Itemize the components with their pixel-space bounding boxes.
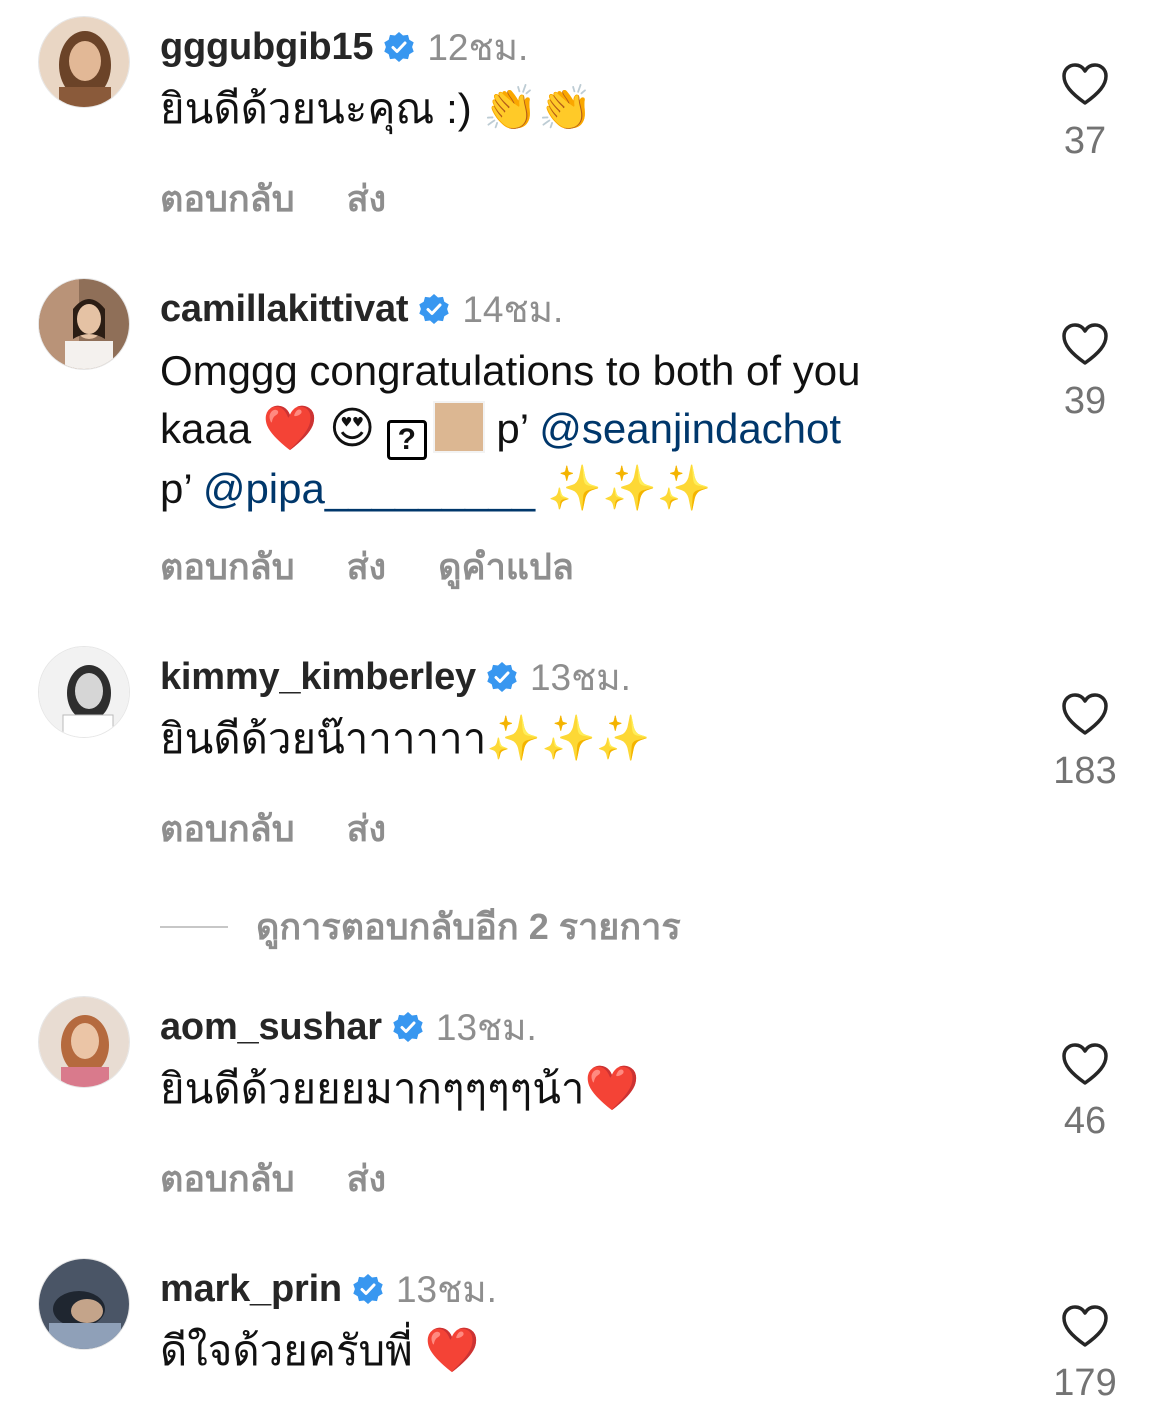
- avatar[interactable]: [38, 646, 130, 738]
- like-control: 183: [1040, 692, 1130, 793]
- timestamp: 12ชม.: [427, 26, 529, 68]
- comment-line-1: Omggg congratulations to both of you: [160, 347, 861, 394]
- like-count: 179: [1053, 1362, 1117, 1404]
- avatar[interactable]: [38, 278, 130, 370]
- comment-text-content: ยินดีด้วยยยมากๆๆๆๆน้า: [160, 1065, 585, 1112]
- red-heart-emoji: ❤️: [262, 404, 318, 453]
- username[interactable]: camillakittivat: [160, 288, 409, 331]
- avatar[interactable]: [38, 16, 130, 108]
- like-count: 37: [1063, 120, 1107, 162]
- verified-badge-icon: [384, 32, 415, 62]
- comment-text: Omggg congratulations to both of you kaa…: [160, 342, 1030, 518]
- verified-badge-icon: [487, 662, 517, 692]
- heart-outline-icon[interactable]: [1061, 692, 1109, 736]
- send-button[interactable]: ส่ง: [347, 170, 387, 227]
- like-control: 179: [1040, 1304, 1130, 1405]
- comment-text-content: ยินดีด้วยนะคุณ :): [160, 85, 484, 132]
- sparkles-emoji: ✨✨✨: [535, 464, 712, 513]
- comment-text: ยินดีด้วยนะคุณ :) 👏👏: [160, 80, 1030, 138]
- comment-header: mark_prin 13ชม.: [160, 1264, 497, 1314]
- clapping-hands-emoji: 👏👏: [483, 84, 593, 133]
- like-count: 46: [1063, 1100, 1107, 1142]
- view-replies-label[interactable]: ดูการตอบกลับอีก 2 รายการ: [256, 898, 681, 955]
- timestamp: 13ชม.: [395, 1268, 497, 1310]
- comment-text-content: ดีใจด้วยครับพี่: [160, 1327, 425, 1374]
- replies-divider: [160, 925, 228, 928]
- view-more-replies[interactable]: ดูการตอบกลับอีก 2 รายการ: [160, 898, 681, 955]
- see-translation-button[interactable]: ดูคำแปล: [438, 538, 574, 595]
- comment-word: p’: [484, 405, 540, 452]
- comment-actions: ตอบกลับ ส่ง ดูคำแปล: [160, 538, 626, 595]
- timestamp: 14ชม.: [462, 288, 564, 330]
- username[interactable]: mark_prin: [160, 1268, 342, 1311]
- comment-header: gggubgib15 12ชม.: [160, 22, 528, 72]
- mention-link[interactable]: @pipa_________: [203, 465, 535, 512]
- comment-header: aom_sushar 13ชม.: [160, 1002, 537, 1052]
- heart-outline-icon[interactable]: [1061, 322, 1109, 366]
- comment-text: ยินดีด้วยน๊าาาาาา✨✨✨: [160, 710, 1030, 768]
- reply-button[interactable]: ตอบกลับ: [160, 538, 295, 595]
- unknown-glyph-icon: ?: [386, 420, 427, 460]
- like-count: 183: [1053, 750, 1117, 792]
- heart-eyes-emoji: 😍: [329, 404, 376, 453]
- reply-button[interactable]: ตอบกลับ: [160, 800, 295, 857]
- verified-badge-icon: [419, 294, 450, 324]
- comment-header: kimmy_kimberley 13ชม.: [160, 652, 631, 702]
- like-count: 39: [1063, 380, 1107, 422]
- sparkles-emoji: ✨✨✨: [486, 714, 651, 763]
- comment-header: camillakittivat 14ชม.: [160, 284, 563, 334]
- skin-tone-glyph-icon: [432, 401, 485, 453]
- heart-outline-icon[interactable]: [1061, 1042, 1109, 1086]
- username[interactable]: gggubgib15: [160, 26, 374, 69]
- timestamp: 13ชม.: [435, 1006, 537, 1048]
- reply-button[interactable]: ตอบกลับ: [160, 1150, 295, 1207]
- comment-line-3: p’ @pipa_________ ✨✨✨: [160, 460, 1030, 518]
- heart-outline-icon[interactable]: [1061, 1304, 1109, 1348]
- verified-badge-icon: [393, 1012, 423, 1042]
- comment-word: kaaa: [160, 405, 263, 452]
- username[interactable]: aom_sushar: [160, 1006, 382, 1049]
- send-button[interactable]: ส่ง: [347, 1150, 387, 1207]
- comment-line-2: kaaa ❤️ 😍 ? p’ @seanjindachot: [160, 400, 1030, 460]
- heart-outline-icon[interactable]: [1061, 62, 1109, 106]
- comment-text-content: ยินดีด้วยน๊าาาาาา: [160, 715, 487, 762]
- like-control: 39: [1040, 322, 1130, 423]
- like-control: 37: [1040, 62, 1130, 163]
- like-control: 46: [1040, 1042, 1130, 1143]
- avatar[interactable]: [38, 1258, 130, 1350]
- comment-actions: ตอบกลับ ส่ง: [160, 1150, 438, 1207]
- mention-link[interactable]: @seanjindachot: [539, 405, 841, 452]
- comment-text: ยินดีด้วยยยมากๆๆๆๆน้า❤️: [160, 1060, 1030, 1118]
- timestamp: 13ชม.: [529, 656, 631, 698]
- send-button[interactable]: ส่ง: [347, 800, 387, 857]
- avatar[interactable]: [38, 996, 130, 1088]
- verified-badge-icon: [353, 1274, 383, 1304]
- comment-word: p’: [160, 465, 203, 512]
- comment-actions: ตอบกลับ ส่ง: [160, 800, 438, 857]
- username[interactable]: kimmy_kimberley: [160, 656, 476, 699]
- comment-actions: ตอบกลับ ส่ง: [160, 170, 438, 227]
- red-heart-emoji: ❤️: [424, 1326, 480, 1375]
- comment-text: ดีใจด้วยครับพี่ ❤️: [160, 1322, 1030, 1380]
- red-heart-emoji: ❤️: [584, 1064, 640, 1113]
- send-button[interactable]: ส่ง: [347, 538, 387, 595]
- reply-button[interactable]: ตอบกลับ: [160, 170, 295, 227]
